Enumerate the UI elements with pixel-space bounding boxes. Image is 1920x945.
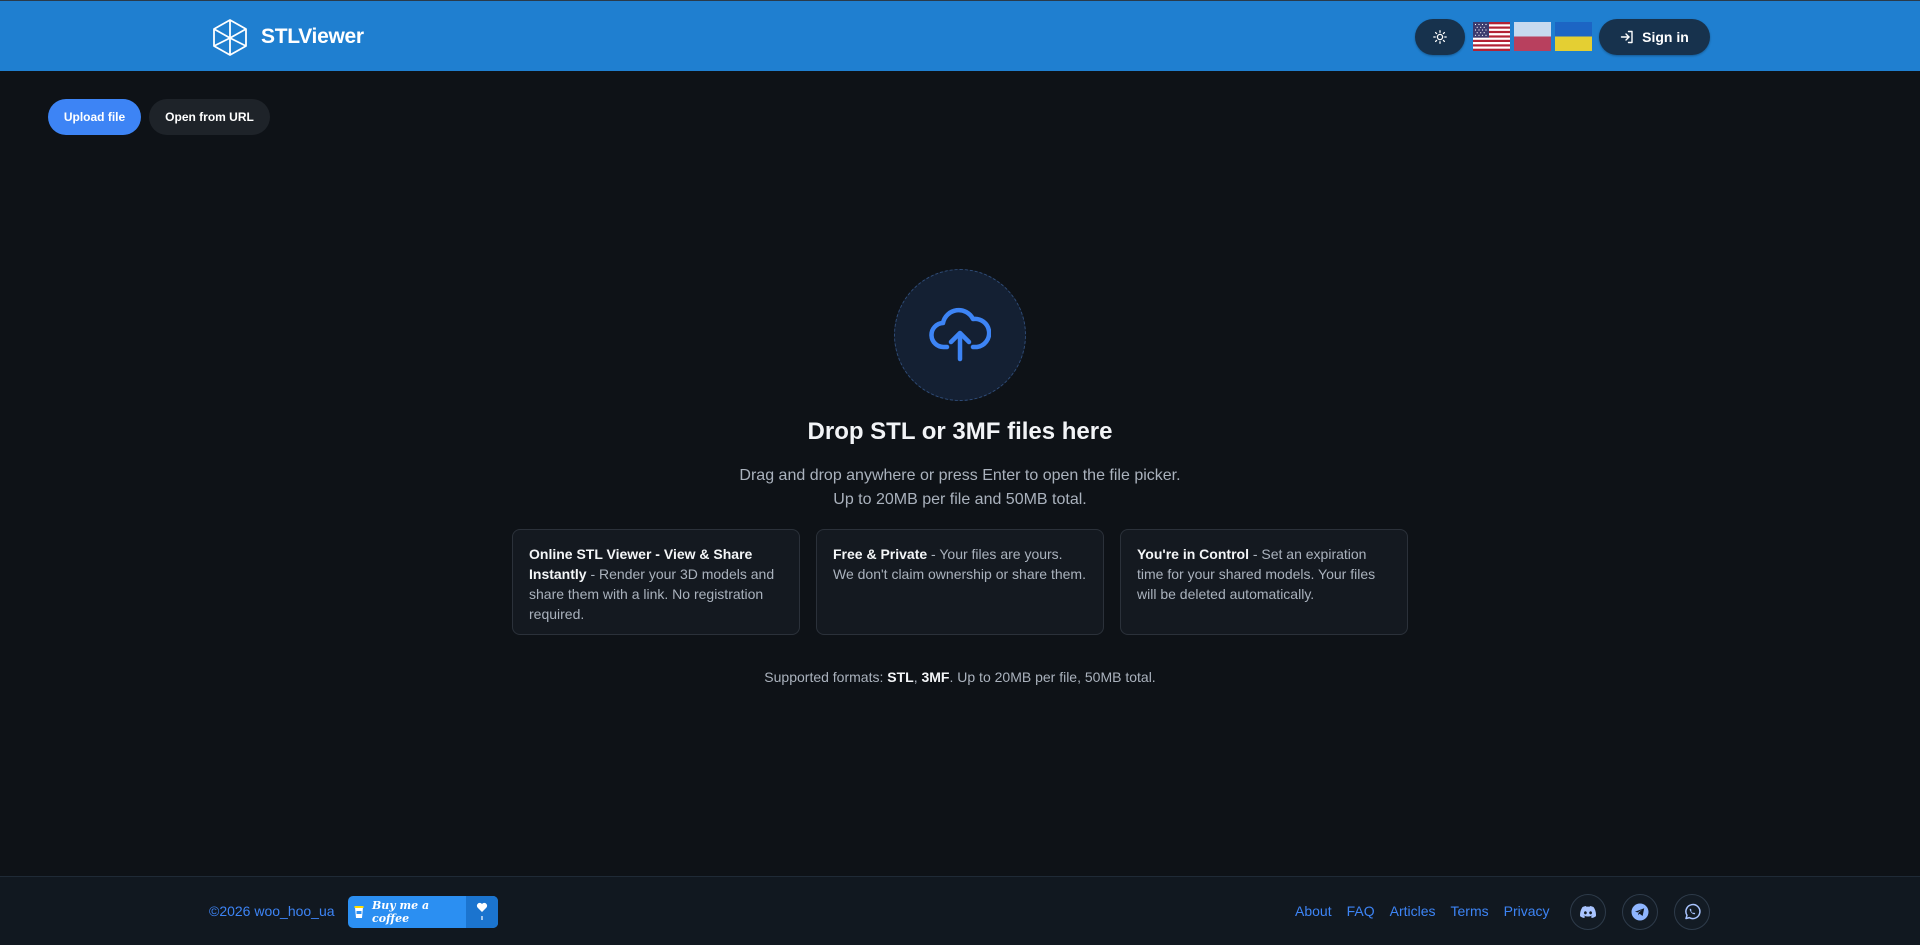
top-navbar: STLViewer Sign in xyxy=(0,0,1920,71)
flag-us-icon[interactable] xyxy=(1473,22,1510,51)
telegram-button[interactable] xyxy=(1622,894,1658,930)
upload-dropzone-button[interactable] xyxy=(894,269,1026,401)
feature-title: Free & Private xyxy=(833,546,928,562)
dropzone-title: Drop STL or 3MF files here xyxy=(807,418,1113,445)
coffee-cup-icon xyxy=(348,896,370,928)
buy-me-a-coffee-button[interactable]: Buy me a coffee xyxy=(348,896,498,928)
discord-button[interactable] xyxy=(1570,894,1606,930)
upload-file-button[interactable]: Upload file xyxy=(48,99,141,135)
footer-link-terms[interactable]: Terms xyxy=(1451,903,1489,919)
cube-logo-icon xyxy=(213,19,247,56)
footer-link-privacy[interactable]: Privacy xyxy=(1504,903,1550,919)
brand-link[interactable]: STLViewer xyxy=(212,18,364,56)
dropzone-subtitle: Drag and drop anywhere or press Enter to… xyxy=(739,467,1181,484)
copyright-link[interactable]: ©2026 woo_hoo_ua xyxy=(209,903,335,919)
footer-link-faq[interactable]: FAQ xyxy=(1347,903,1375,919)
feature-card: Online STL Viewer - View & Share Instant… xyxy=(512,529,800,635)
brand-name: STLViewer xyxy=(261,25,364,48)
sign-in-label: Sign in xyxy=(1642,29,1689,45)
formats-prefix: Supported formats: xyxy=(764,669,888,685)
discord-icon xyxy=(1580,906,1596,918)
feature-title: You're in Control xyxy=(1137,546,1249,562)
theme-toggle-button[interactable] xyxy=(1415,19,1465,55)
dropzone-limits: Up to 20MB per file and 50MB total. xyxy=(833,491,1087,508)
flag-ua-icon[interactable] xyxy=(1555,22,1592,51)
footer: ©2026 woo_hoo_ua Buy me a coffee About F… xyxy=(0,876,1920,945)
format-3mf: 3MF xyxy=(921,669,950,685)
sun-icon xyxy=(1433,30,1447,44)
whatsapp-button[interactable] xyxy=(1674,894,1710,930)
footer-links: About FAQ Articles Terms Privacy xyxy=(1295,903,1565,919)
formats-suffix: . Up to 20MB per file, 50MB total. xyxy=(949,669,1156,685)
feature-card: Free & Private - Your files are yours. W… xyxy=(816,529,1104,635)
footer-link-articles[interactable]: Articles xyxy=(1390,903,1436,919)
footer-link-about[interactable]: About xyxy=(1295,903,1332,919)
telegram-icon xyxy=(1631,903,1649,921)
login-icon xyxy=(1620,30,1633,44)
feature-card: You're in Control - Set an expiration ti… xyxy=(1120,529,1408,635)
heart-icon xyxy=(466,896,498,928)
coffee-label: Buy me a coffee xyxy=(372,899,430,925)
whatsapp-icon xyxy=(1685,903,1701,920)
supported-formats-note: Supported formats: STL, 3MF. Up to 20MB … xyxy=(0,669,1920,685)
format-stl: STL xyxy=(887,669,914,685)
open-from-url-button[interactable]: Open from URL xyxy=(149,99,270,135)
sign-in-button[interactable]: Sign in xyxy=(1599,19,1710,55)
flag-pl-icon[interactable] xyxy=(1514,22,1551,51)
upload-cloud-icon xyxy=(929,307,991,362)
